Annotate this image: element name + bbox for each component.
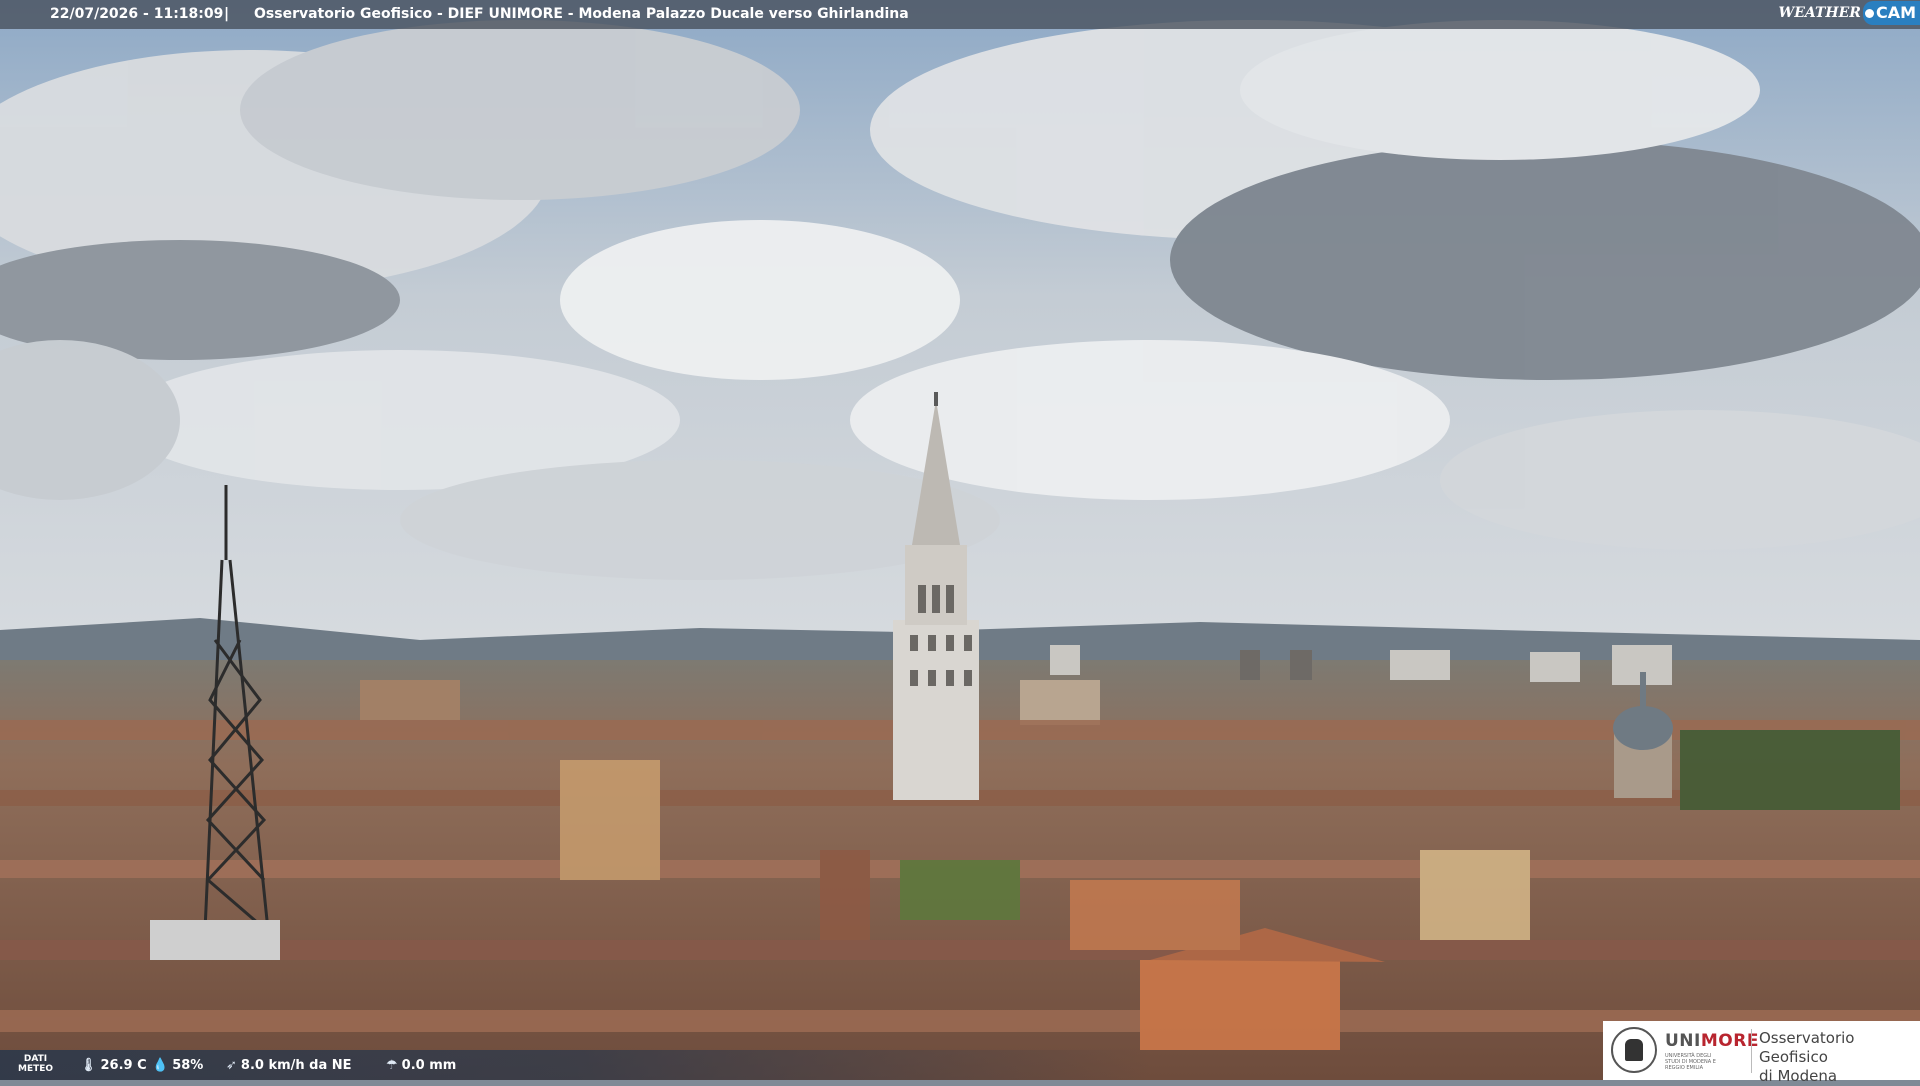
observatory-name: Osservatorio Geofisico di Modena [1759, 1029, 1920, 1086]
unimore-subtitle: UNIVERSITÀ DEGLI STUDI DI MODENA E REGGI… [1665, 1053, 1725, 1071]
rain-icon: ☂ [386, 1058, 398, 1073]
webcam-image [0, 0, 1920, 1080]
humidity-reading: 💧 58% [152, 1058, 203, 1073]
caption-bar: 22/07/2026 - 11:18:09 | Osservatorio Geo… [0, 0, 1920, 29]
antenna-base [150, 920, 280, 960]
unimore-logo: UNIMORE UNIVERSITÀ DEGLI STUDI DI MODENA… [1603, 1021, 1920, 1080]
droplet-icon: 💧 [152, 1058, 168, 1073]
thermometer-icon: 🌡 [80, 1058, 97, 1073]
caption-separator: | [224, 6, 229, 22]
camera-title: Osservatorio Geofisico - DIEF UNIMORE - … [254, 6, 909, 22]
camera-lens-icon [1865, 9, 1874, 18]
timestamp: 22/07/2026 - 11:18:09 [50, 6, 223, 22]
wind-icon: ➶ [226, 1058, 237, 1073]
unimore-wordmark: UNIMORE [1665, 1031, 1759, 1051]
university-seal-icon [1611, 1027, 1657, 1073]
rain-reading: ☂ 0.0 mm [386, 1058, 456, 1073]
weathercam-word: WEATHER [1777, 5, 1863, 21]
weathercam-logo: WEATHER CAM [1777, 0, 1920, 26]
meteo-label: DATI METEO [18, 1054, 53, 1074]
temperature-reading: 🌡 26.9 C [80, 1058, 147, 1073]
wind-reading: ➶ 8.0 km/h da NE [226, 1058, 352, 1073]
logo-divider [1751, 1029, 1752, 1073]
weathercam-cam: CAM [1863, 1, 1920, 25]
